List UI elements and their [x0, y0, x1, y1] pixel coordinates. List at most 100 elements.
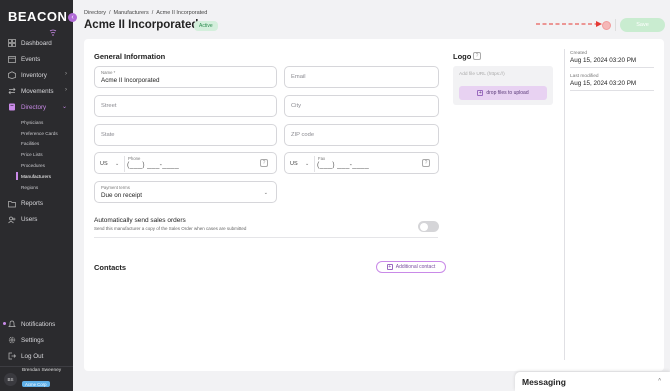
- chevron-down-icon: ⌄: [115, 161, 120, 167]
- sidebar-item-settings[interactable]: Settings: [0, 332, 73, 348]
- sidebar: BEACON ‹ Dashboard Events Inventory › Mo…: [0, 0, 77, 391]
- submenu-item-preference-cards[interactable]: Preference Cards: [21, 128, 73, 139]
- bell-icon: [8, 320, 16, 327]
- main-content: Directory / Manufacturers / Acme II Inco…: [73, 0, 670, 391]
- breadcrumb-item-current: Acme II Incorporated: [156, 10, 208, 16]
- name-field[interactable]: Name * Acme II Incorporated: [94, 66, 277, 88]
- messaging-label: Messaging: [522, 376, 566, 387]
- submenu-item-manufacturers[interactable]: Manufacturers: [16, 171, 73, 182]
- created-label: Created: [570, 51, 588, 56]
- sidebar-item-logout[interactable]: Log Out: [0, 348, 73, 364]
- divider: [564, 49, 565, 360]
- save-button[interactable]: Save: [620, 18, 665, 32]
- help-icon[interactable]: ?: [260, 159, 268, 167]
- street-field[interactable]: Street: [94, 95, 277, 117]
- app-logo[interactable]: BEACON: [8, 9, 68, 36]
- sidebar-item-reports[interactable]: Reports: [0, 196, 73, 212]
- phone-country-code[interactable]: US: [100, 161, 108, 167]
- zip-placeholder: ZIP code: [291, 132, 315, 138]
- submenu-item-facilities[interactable]: Facilities: [21, 139, 73, 150]
- auto-send-toggle[interactable]: [418, 221, 439, 232]
- payment-terms-select[interactable]: Payment terms Due on receipt ⌄: [94, 181, 277, 203]
- status-indicator[interactable]: [602, 21, 611, 30]
- zip-field[interactable]: ZIP code: [284, 124, 439, 146]
- street-placeholder: Street: [101, 103, 117, 109]
- payment-terms-value: Due on receipt: [101, 192, 142, 199]
- created-value: Aug 15, 2024 03:20 PM: [570, 57, 654, 68]
- add-contact-label: Additional contact: [395, 264, 436, 270]
- sidebar-item-label: Movements: [21, 87, 54, 95]
- logo-text: BEACON: [8, 9, 68, 24]
- state-field[interactable]: State: [94, 124, 277, 146]
- users-icon: [8, 216, 16, 223]
- modified-label: Last modified: [570, 74, 599, 79]
- created-meta: Created Aug 15, 2024 03:20 PM: [570, 51, 654, 68]
- logo-upload-zone[interactable]: Add file URL (https://) + drop files to …: [453, 66, 553, 105]
- submenu-item-price-lists[interactable]: Price Lists: [21, 149, 73, 160]
- divider: [124, 156, 125, 172]
- state-placeholder: State: [101, 132, 115, 138]
- box-icon: [8, 71, 16, 79]
- divider: [314, 156, 315, 172]
- folder-icon: [8, 200, 16, 207]
- phone-field[interactable]: US ⌄ Phone (___) ___-____ ?: [94, 152, 277, 174]
- breadcrumb: Directory / Manufacturers / Acme II Inco…: [84, 10, 207, 16]
- fax-country-code[interactable]: US: [290, 161, 298, 167]
- submenu-item-physicians[interactable]: Physicians: [21, 117, 73, 128]
- sidebar-item-inventory[interactable]: Inventory ›: [0, 67, 73, 83]
- sidebar-item-movements[interactable]: Movements ›: [0, 83, 73, 99]
- org-badge: Acme Corp: [22, 381, 50, 387]
- fax-mask: (___) ___-____: [317, 162, 370, 169]
- chevron-down-icon: ⌄: [305, 161, 310, 167]
- name-label: Name *: [101, 70, 116, 75]
- breadcrumb-item-manufacturers[interactable]: Manufacturers: [114, 10, 149, 16]
- section-title-contacts: Contacts: [94, 263, 127, 272]
- payment-terms-label: Payment terms: [101, 185, 130, 190]
- status-badge: Active: [194, 21, 218, 31]
- breadcrumb-item-directory[interactable]: Directory: [84, 10, 106, 16]
- calendar-icon: [8, 56, 16, 63]
- fax-field[interactable]: US ⌄ Fax (___) ___-____ ?: [284, 152, 439, 174]
- sidebar-item-label: Notifications: [21, 320, 56, 328]
- page-title: Acme II Incorporated: [84, 19, 199, 31]
- sidebar-item-events[interactable]: Events: [0, 51, 73, 67]
- help-icon[interactable]: ?: [422, 159, 430, 167]
- chevron-right-icon: ›: [65, 71, 67, 77]
- sidebar-item-label: Events: [21, 55, 41, 63]
- user-profile[interactable]: BS Brendan Sweeney Acme Corp: [0, 366, 73, 391]
- help-icon[interactable]: ?: [473, 52, 481, 60]
- sidebar-item-label: Inventory: [21, 71, 47, 79]
- auto-send-title: Automatically send sales orders: [94, 217, 186, 224]
- chevron-down-icon: ⌄: [263, 190, 268, 196]
- name-value: Acme II Incorporated: [101, 77, 160, 84]
- email-field[interactable]: Email: [284, 66, 439, 88]
- collapse-sidebar-button[interactable]: ‹: [68, 13, 77, 22]
- logo-url-placeholder[interactable]: Add file URL (https://): [459, 72, 505, 77]
- messaging-panel[interactable]: Messaging ^: [515, 372, 670, 391]
- upload-icon: +: [477, 90, 484, 96]
- auto-send-description: Send this manufacturer a copy of the Sal…: [94, 226, 247, 231]
- sidebar-item-notifications[interactable]: Notifications: [0, 316, 73, 332]
- logout-icon: [8, 352, 16, 360]
- section-title-logo: Logo: [453, 52, 472, 61]
- sidebar-item-label: Users: [21, 216, 38, 224]
- chevron-up-icon[interactable]: ^: [658, 378, 661, 384]
- sidebar-item-directory[interactable]: Directory ⌄: [0, 99, 73, 115]
- manufacturer-form-card: General Information Name * Acme II Incor…: [84, 39, 664, 371]
- sidebar-item-label: Reports: [21, 200, 44, 208]
- breadcrumb-separator: /: [109, 10, 111, 16]
- email-placeholder: Email: [291, 74, 306, 80]
- submenu-item-procedures[interactable]: Procedures: [21, 160, 73, 171]
- sidebar-item-dashboard[interactable]: Dashboard: [0, 35, 73, 51]
- user-name: Brendan Sweeney: [22, 367, 62, 373]
- sidebar-item-label: Directory: [21, 103, 47, 111]
- sidebar-item-users[interactable]: Users: [0, 212, 73, 228]
- submenu-item-regions[interactable]: Regions: [21, 182, 73, 193]
- drop-files-button[interactable]: + drop files to upload: [459, 86, 547, 100]
- city-field[interactable]: City: [284, 95, 439, 117]
- divider: [615, 19, 616, 31]
- divider: [94, 237, 438, 238]
- book-icon: [9, 103, 15, 111]
- add-contact-button[interactable]: + Additional contact: [376, 261, 446, 273]
- sidebar-item-label: Dashboard: [21, 39, 52, 47]
